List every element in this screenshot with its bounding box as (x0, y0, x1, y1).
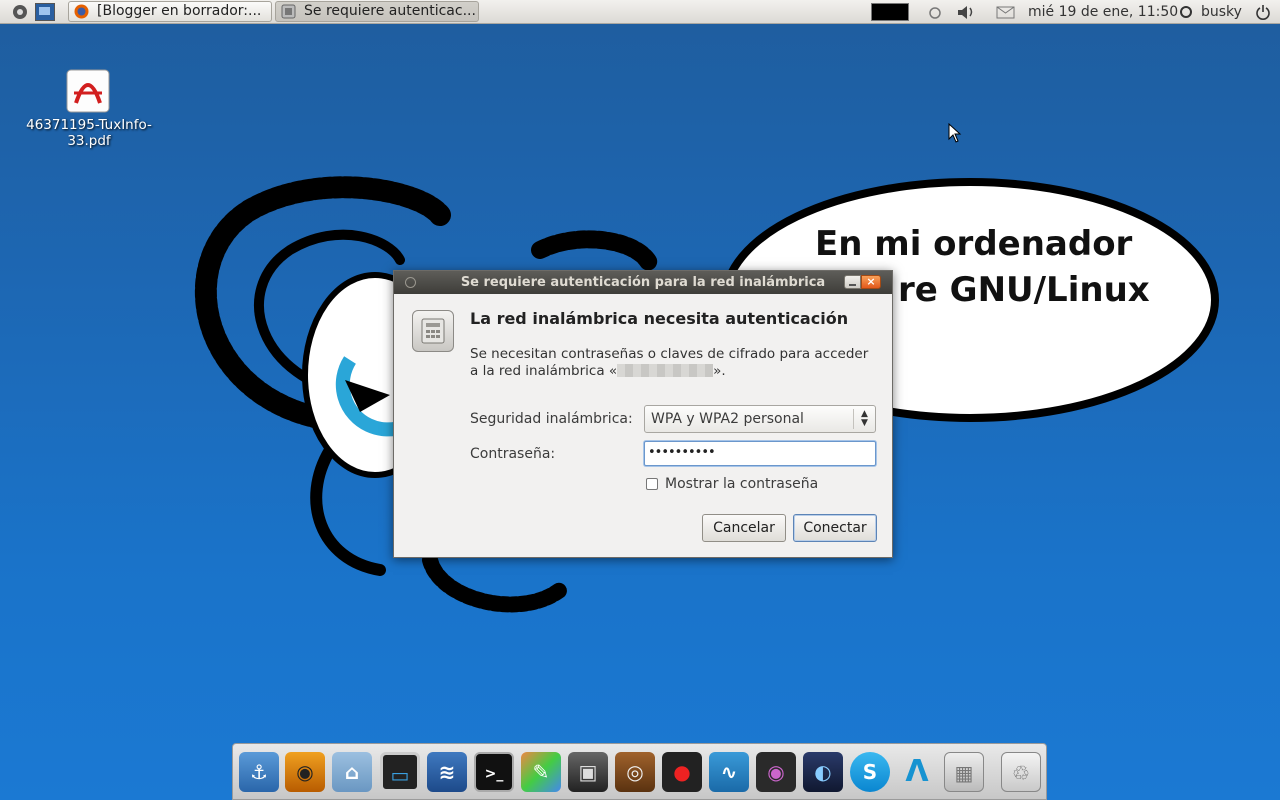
close-button[interactable]: × (861, 275, 881, 289)
menu-icon[interactable] (10, 3, 30, 21)
home-folder-icon[interactable]: ⌂ (332, 752, 372, 792)
dialog-description: Se necesitan contraseñas o claves de cif… (470, 346, 880, 380)
network-icon[interactable] (927, 2, 943, 22)
close-icon: × (866, 275, 876, 288)
security-label: Seguridad inalámbrica: (470, 411, 633, 427)
network-auth-icon (281, 4, 296, 19)
cancel-button[interactable]: Cancelar (702, 514, 786, 542)
taskbar-item-blogger[interactable]: [Blogger en borrador:... (68, 1, 272, 22)
monitor-icon[interactable]: ▭ (380, 752, 420, 792)
clock[interactable]: mié 19 de ene, 11:50 (1028, 2, 1178, 22)
camera-icon[interactable]: ◉ (756, 752, 796, 792)
taskbar-item-auth[interactable]: Se requiere autenticac... (275, 1, 479, 22)
password-label: Contraseña: (470, 446, 556, 462)
dialog-heading: La red inalámbrica necesita autenticació… (470, 309, 849, 328)
user-icon (1178, 2, 1194, 22)
dock: ⚓ ◉ ⌂ ▭ ≋ >_ ✎ ▣ ◎ ● ∿ ◉ ◐ S Λ ▦ ♲ (232, 743, 1047, 800)
minimize-button[interactable] (844, 275, 861, 289)
dialog-titlebar[interactable]: Se requiere autenticación para la red in… (394, 271, 892, 294)
earth-icon[interactable]: ◐ (803, 752, 843, 792)
openoffice-icon[interactable]: ≋ (427, 752, 467, 792)
top-panel: [Blogger en borrador:... Se requiere aut… (0, 0, 1280, 24)
password-field[interactable]: •••••••••• (644, 441, 876, 466)
show-desktop-icon[interactable] (35, 3, 55, 21)
taskbar-item-label: Se requiere autenticac... (304, 3, 476, 19)
video-icon[interactable]: ▣ (568, 752, 608, 792)
terminal-icon[interactable]: >_ (474, 752, 514, 792)
pdf-file-label[interactable]: 46371195-TuxInfo-33.pdf (22, 117, 156, 149)
network-auth-icon (412, 310, 454, 352)
record-icon[interactable]: ● (662, 752, 702, 792)
wallpaper-text-line1: En mi ordenador (815, 224, 1133, 264)
security-select[interactable]: WPA y WPA2 personal ▲ ▼ (644, 405, 876, 433)
taskbar-item-label: [Blogger en borrador:... (97, 3, 262, 19)
security-select-value: WPA y WPA2 personal (651, 411, 804, 427)
connect-button[interactable]: Conectar (793, 514, 877, 542)
network-settings-icon[interactable]: ▦ (944, 752, 984, 792)
eye-icon[interactable]: ◉ (285, 752, 325, 792)
tray-applet[interactable] (871, 3, 909, 21)
power-icon[interactable] (1255, 2, 1271, 22)
mail-icon[interactable] (996, 2, 1016, 22)
archlinux-icon[interactable]: Λ (897, 752, 937, 792)
system-monitor-icon[interactable]: ∿ (709, 752, 749, 792)
updown-arrows-icon: ▲ ▼ (853, 409, 875, 429)
firefox-icon (74, 4, 89, 19)
skype-icon[interactable]: S (850, 752, 890, 792)
paint-icon[interactable]: ✎ (521, 752, 561, 792)
show-password-label[interactable]: Mostrar la contraseña (665, 476, 818, 492)
volume-icon[interactable] (955, 2, 977, 22)
audio-icon[interactable]: ◎ (615, 752, 655, 792)
dialog-title: Se requiere autenticación para la red in… (460, 275, 826, 290)
pdf-file-icon[interactable] (66, 69, 110, 113)
trash-icon[interactable]: ♲ (1001, 752, 1041, 792)
wireless-auth-dialog: Se requiere autenticación para la red in… (393, 270, 893, 558)
network-name-redacted (617, 364, 714, 377)
user-name[interactable]: busky (1201, 2, 1242, 22)
anchor-icon[interactable]: ⚓ (239, 752, 279, 792)
show-password-checkbox[interactable] (646, 478, 658, 490)
wallpaper-text-line2: re GNU/Linux (898, 270, 1150, 310)
description-text-end: ». (713, 363, 726, 379)
mouse-cursor-icon (948, 123, 962, 143)
